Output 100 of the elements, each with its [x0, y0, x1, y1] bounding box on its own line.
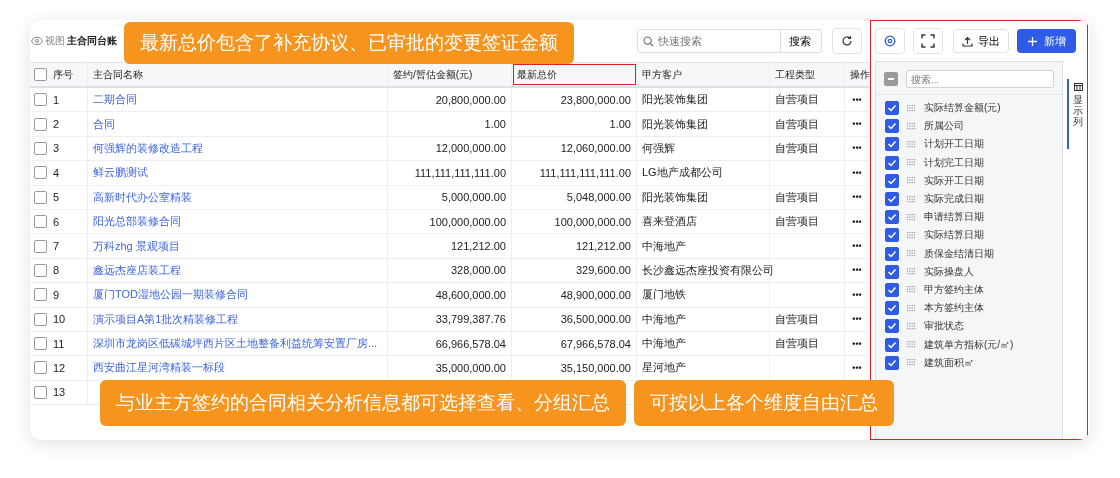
- check-icon: [887, 194, 897, 205]
- column-checkbox[interactable]: [885, 301, 899, 316]
- column-checkbox[interactable]: [885, 264, 899, 279]
- table-cell: 5: [53, 191, 60, 204]
- drag-handle-icon[interactable]: [907, 322, 916, 330]
- row-checkbox[interactable]: [33, 312, 47, 326]
- column-checkbox[interactable]: [885, 246, 899, 261]
- more-actions-button[interactable]: •••: [852, 192, 862, 203]
- drag-handle-icon[interactable]: [907, 268, 916, 276]
- drag-handle-icon[interactable]: [907, 122, 916, 130]
- export-button[interactable]: 导出: [953, 29, 1009, 53]
- column-checkbox[interactable]: [885, 228, 899, 243]
- contract-link[interactable]: 合同: [93, 116, 115, 132]
- more-actions-button[interactable]: •••: [852, 363, 862, 373]
- column-checkbox[interactable]: [885, 137, 899, 152]
- more-actions-button[interactable]: •••: [852, 143, 862, 154]
- search-field[interactable]: 搜索...: [906, 70, 1054, 88]
- check-icon: [887, 212, 897, 223]
- drag-handle-icon[interactable]: [907, 195, 916, 203]
- column-option: 建筑面积㎡: [924, 355, 974, 370]
- drag-handle-icon[interactable]: [907, 231, 916, 239]
- drag-handle-icon[interactable]: [907, 286, 916, 294]
- table-cell: 48,600,000.00: [435, 288, 506, 301]
- contract-link[interactable]: 万科zhg 景观项目: [93, 238, 180, 254]
- drag-handle-icon[interactable]: [907, 140, 916, 148]
- contract-link[interactable]: 鑫远杰座店装工程: [93, 262, 181, 278]
- column-checkbox[interactable]: [885, 119, 899, 134]
- row-checkbox[interactable]: [33, 239, 47, 253]
- fullscreen-button[interactable]: [913, 28, 943, 54]
- refresh-button[interactable]: [832, 28, 862, 54]
- row-checkbox[interactable]: [33, 117, 47, 131]
- row-checkbox[interactable]: [33, 215, 47, 229]
- row-checkbox[interactable]: [33, 93, 47, 107]
- eye-icon: [31, 35, 43, 47]
- drag-handle-icon[interactable]: [907, 250, 916, 258]
- display-columns-tab[interactable]: 显示列: [1067, 79, 1087, 149]
- contract-link[interactable]: 高新时代办公室精装: [93, 189, 192, 205]
- more-actions-button[interactable]: •••: [852, 314, 862, 325]
- column-option: 质保金结清日期: [924, 246, 994, 261]
- drag-handle-icon[interactable]: [907, 104, 916, 112]
- column-checkbox[interactable]: [885, 337, 899, 352]
- callout-banner: 与业主方签约的合同相关分析信息都可选择查看、分组汇总: [100, 380, 626, 426]
- row-checkbox[interactable]: [33, 141, 47, 155]
- contract-link[interactable]: 演示项目A第1批次精装修工程: [93, 311, 239, 327]
- row-checkbox[interactable]: [33, 361, 47, 375]
- contract-link[interactable]: 鲜云鹏测试: [93, 165, 148, 181]
- drag-handle-icon[interactable]: [907, 359, 916, 367]
- more-actions-button[interactable]: •••: [852, 338, 862, 349]
- more-actions-button[interactable]: •••: [852, 216, 862, 227]
- more-actions-button[interactable]: •••: [852, 265, 862, 276]
- table-cell: 12,060,000.00: [560, 142, 631, 155]
- search-field[interactable]: 快速搜索: [637, 29, 781, 53]
- row-checkbox[interactable]: [33, 288, 47, 302]
- column-checkbox[interactable]: [885, 319, 899, 334]
- row-checkbox[interactable]: [33, 190, 47, 204]
- contract-link[interactable]: 何强辉的装修改造工程: [93, 140, 203, 156]
- drag-handle-icon[interactable]: [907, 159, 916, 167]
- drag-handle-icon[interactable]: [907, 177, 916, 185]
- column-checkbox[interactable]: [885, 101, 899, 116]
- more-actions-button[interactable]: •••: [852, 241, 862, 252]
- add-button[interactable]: 新增: [1017, 29, 1076, 53]
- select-all-checkbox[interactable]: [884, 72, 898, 86]
- row-checkbox[interactable]: [33, 337, 47, 351]
- more-actions-button[interactable]: •••: [852, 289, 862, 300]
- column-checkbox[interactable]: [885, 355, 899, 370]
- settings-button[interactable]: [875, 28, 905, 54]
- row-checkbox[interactable]: [33, 166, 47, 180]
- table-cell: 中海地产: [642, 238, 686, 254]
- more-actions-button[interactable]: •••: [852, 119, 862, 130]
- search-icon: [643, 36, 654, 47]
- table-cell: 阳光装饰集团: [642, 92, 708, 108]
- column-checkbox[interactable]: [885, 173, 899, 188]
- contract-link[interactable]: 厦门TOD湿地公园一期装修合同: [93, 287, 249, 303]
- check-icon: [887, 266, 897, 277]
- drag-handle-icon[interactable]: [907, 341, 916, 349]
- contract-link[interactable]: 西安曲江星河湾精装一标段: [93, 360, 225, 376]
- row-checkbox[interactable]: [33, 263, 47, 277]
- view-name[interactable]: 主合同台账: [67, 34, 117, 48]
- column-checkbox[interactable]: [885, 192, 899, 207]
- more-actions-button[interactable]: •••: [852, 167, 862, 178]
- column-checkbox[interactable]: [885, 282, 899, 297]
- column-checkbox[interactable]: [885, 210, 899, 225]
- check-icon: [887, 175, 897, 186]
- drag-handle-icon[interactable]: [907, 304, 916, 312]
- drag-handle-icon[interactable]: [907, 213, 916, 221]
- check-icon: [887, 121, 897, 132]
- column-option: 计划完工日期: [924, 155, 984, 170]
- contract-link[interactable]: 深圳市龙岗区低碳城坪西片区土地整备利益统筹安置厂房...: [93, 336, 378, 352]
- column-option: 实际操盘人: [924, 264, 974, 279]
- row-checkbox[interactable]: [33, 385, 47, 399]
- column-option: 建筑单方指标(元/㎡): [924, 337, 1014, 352]
- table-cell: 5,000,000.00: [441, 191, 506, 204]
- search-button[interactable]: 搜索: [779, 29, 822, 53]
- more-actions-button[interactable]: •••: [852, 94, 862, 105]
- table-cell: 自营项目: [775, 311, 819, 327]
- column-option: 实际结算金额(元): [924, 101, 1001, 116]
- contract-link[interactable]: 二期合同: [93, 92, 137, 108]
- column-checkbox[interactable]: [885, 155, 899, 170]
- contract-link[interactable]: 阳光总部装修合同: [93, 214, 181, 230]
- select-all-checkbox[interactable]: [33, 68, 47, 81]
